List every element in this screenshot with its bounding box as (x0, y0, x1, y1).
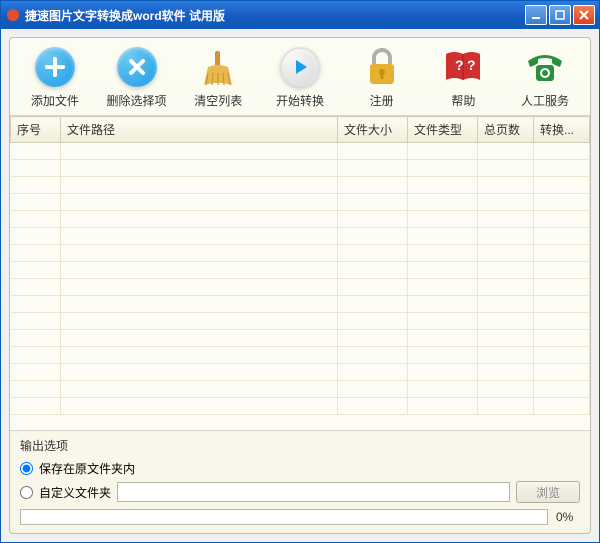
output-section: 输出选项 保存在原文件夹内 自定义文件夹 浏览 0% (10, 430, 590, 533)
plus-icon (34, 46, 76, 88)
table-row[interactable] (11, 194, 590, 211)
phone-icon (524, 46, 566, 88)
window-controls (525, 5, 595, 25)
broom-icon (197, 46, 239, 88)
register-label: 注册 (370, 92, 394, 109)
minimize-button[interactable] (525, 5, 547, 25)
table-header-row: 序号 文件路径 文件大小 文件类型 总页数 转换... (11, 117, 590, 143)
col-path[interactable]: 文件路径 (61, 117, 338, 143)
help-label: 帮助 (451, 92, 475, 109)
svg-text:?: ? (455, 57, 464, 73)
save-original-label: 保存在原文件夹内 (39, 460, 135, 477)
clear-label: 清空列表 (194, 92, 242, 109)
play-icon (279, 46, 321, 88)
start-button[interactable]: 开始转换 (264, 46, 336, 109)
service-label: 人工服务 (521, 92, 569, 109)
help-button[interactable]: ?? 帮助 (427, 46, 499, 109)
table-row[interactable] (11, 211, 590, 228)
browse-button[interactable]: 浏览 (516, 481, 580, 503)
file-table: 序号 文件路径 文件大小 文件类型 总页数 转换... (10, 116, 590, 430)
custom-path-input[interactable] (117, 482, 510, 502)
table-row[interactable] (11, 143, 590, 160)
delete-button[interactable]: 删除选择项 (101, 46, 173, 109)
toolbar: 添加文件 删除选择项 清空列表 (10, 38, 590, 116)
table-row[interactable] (11, 347, 590, 364)
table-row[interactable] (11, 279, 590, 296)
add-file-label: 添加文件 (31, 92, 79, 109)
table-row[interactable] (11, 160, 590, 177)
delete-label: 删除选择项 (107, 92, 167, 109)
progress-bar (20, 509, 548, 525)
table-body (11, 143, 590, 415)
add-file-button[interactable]: 添加文件 (19, 46, 91, 109)
app-icon (5, 7, 21, 23)
main-panel: 添加文件 删除选择项 清空列表 (9, 37, 591, 534)
app-window: 捷速图片文字转换成word软件 试用版 添加文件 删除选择项 (0, 0, 600, 543)
col-pages[interactable]: 总页数 (478, 117, 534, 143)
col-seq[interactable]: 序号 (11, 117, 61, 143)
custom-folder-option[interactable]: 自定义文件夹 (20, 484, 111, 501)
table-row[interactable] (11, 330, 590, 347)
start-label: 开始转换 (276, 92, 324, 109)
table-row[interactable] (11, 245, 590, 262)
book-icon: ?? (442, 46, 484, 88)
progress-percent: 0% (556, 510, 580, 524)
clear-button[interactable]: 清空列表 (182, 46, 254, 109)
x-icon (116, 46, 158, 88)
register-button[interactable]: 注册 (346, 46, 418, 109)
output-title: 输出选项 (20, 437, 580, 454)
save-original-option[interactable]: 保存在原文件夹内 (20, 460, 580, 477)
service-button[interactable]: 人工服务 (509, 46, 581, 109)
col-convert[interactable]: 转换... (534, 117, 590, 143)
table-row[interactable] (11, 313, 590, 330)
maximize-button[interactable] (549, 5, 571, 25)
titlebar: 捷速图片文字转换成word软件 试用版 (1, 1, 599, 29)
window-title: 捷速图片文字转换成word软件 试用版 (25, 7, 525, 24)
client-area: 添加文件 删除选择项 清空列表 (1, 29, 599, 542)
svg-text:?: ? (467, 57, 476, 73)
table-row[interactable] (11, 262, 590, 279)
table-row[interactable] (11, 398, 590, 415)
col-type[interactable]: 文件类型 (408, 117, 478, 143)
table-row[interactable] (11, 296, 590, 313)
col-size[interactable]: 文件大小 (338, 117, 408, 143)
save-original-radio[interactable] (20, 462, 33, 475)
table-row[interactable] (11, 228, 590, 245)
table-row[interactable] (11, 364, 590, 381)
custom-folder-label: 自定义文件夹 (39, 484, 111, 501)
lock-icon (361, 46, 403, 88)
table-row[interactable] (11, 177, 590, 194)
custom-folder-radio[interactable] (20, 486, 33, 499)
close-button[interactable] (573, 5, 595, 25)
table-row[interactable] (11, 381, 590, 398)
